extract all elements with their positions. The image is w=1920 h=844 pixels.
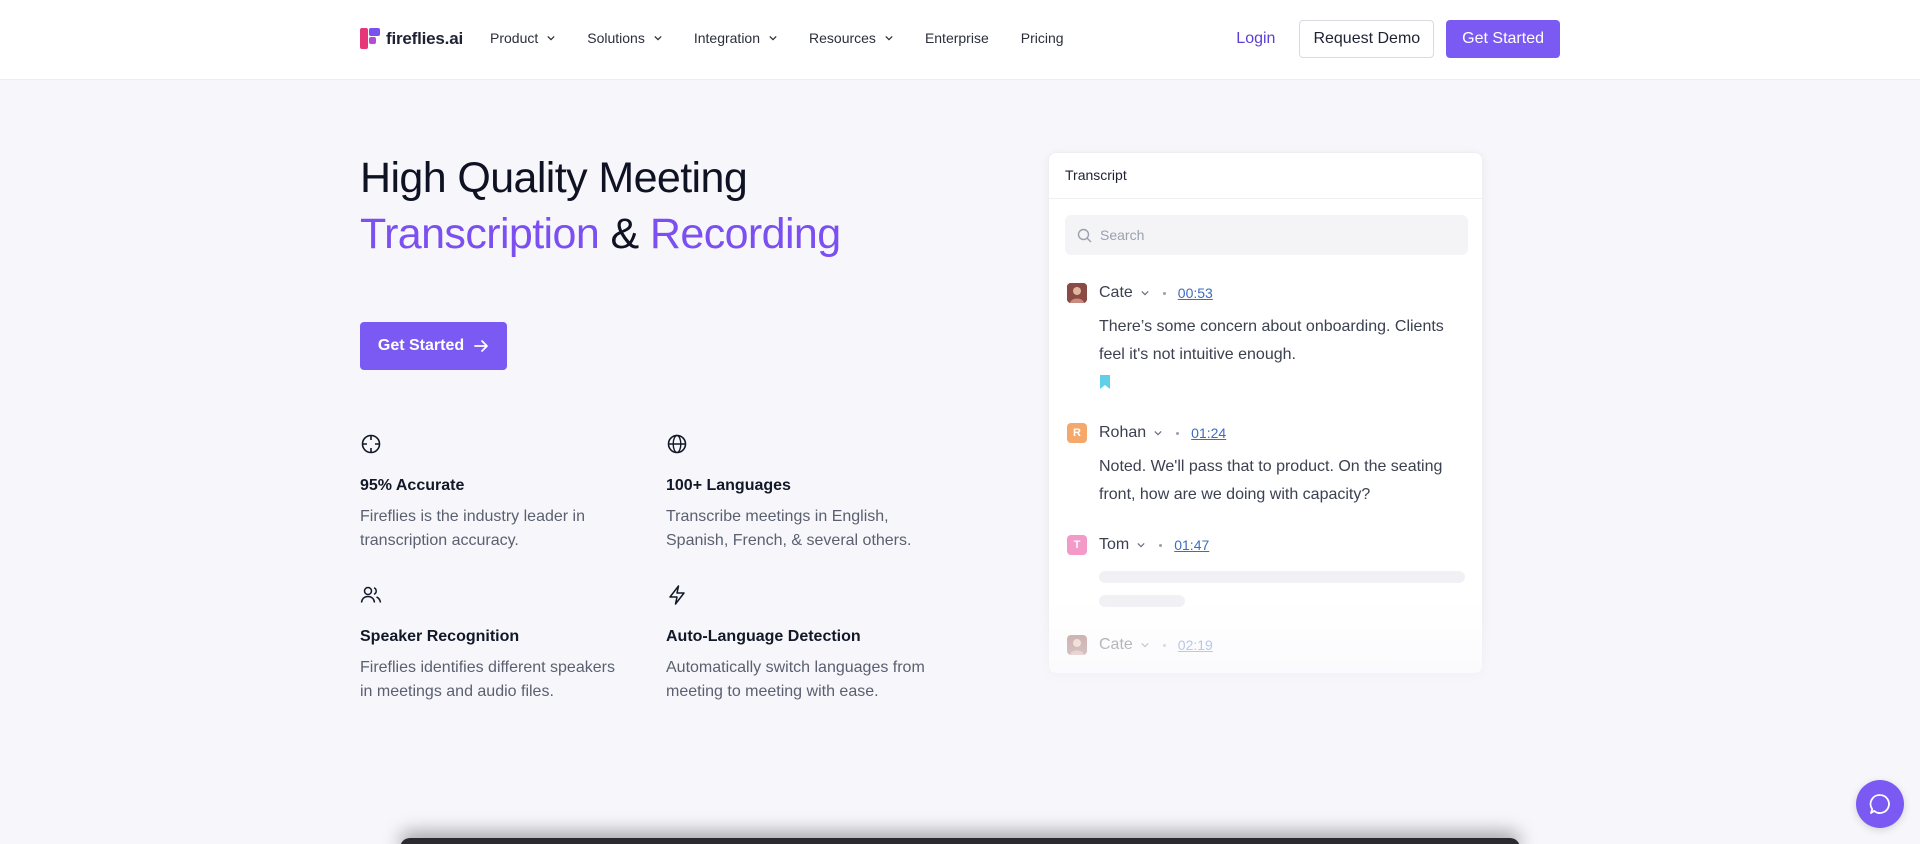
timestamp-link[interactable]: 01:47 <box>1174 537 1209 553</box>
chevron-down-icon <box>547 35 555 41</box>
separator-dot <box>1162 291 1166 295</box>
transcript-message: T Tom 01:47 <box>1067 533 1467 557</box>
chevron-down-icon <box>885 35 893 41</box>
feature-description: Fireflies identifies different speakers … <box>360 659 615 700</box>
separator-dot <box>1176 431 1180 435</box>
nav-item-enterprise[interactable]: Enterprise <box>925 30 989 46</box>
get-started-nav-button[interactable]: Get Started <box>1446 20 1560 58</box>
feature-title: Auto-Language Detection <box>666 628 861 645</box>
feature-languages: 100+ Languages Transcribe meetings in En… <box>666 433 936 553</box>
chevron-down-icon[interactable] <box>1154 429 1162 437</box>
avatar <box>1067 283 1087 303</box>
avatar: R <box>1067 423 1087 443</box>
globe-icon <box>667 434 687 454</box>
nav-links: Product Solutions Integration Resources … <box>490 30 1096 46</box>
chevron-down-icon <box>769 35 777 41</box>
feature-description: Fireflies is the industry leader in tran… <box>360 508 585 549</box>
nav-item-integration[interactable]: Integration <box>694 30 777 46</box>
separator-dot <box>1159 543 1163 547</box>
feature-description: Transcribe meetings in English, Spanish,… <box>666 508 912 549</box>
feature-auto-language: Auto-Language Detection Automatically sw… <box>666 584 936 704</box>
fireflies-logo-icon <box>360 28 380 50</box>
transcript-message: R Rohan 01:24 Noted. We'll pass that to … <box>1067 421 1467 509</box>
transcript-card: Transcript Cate 00:53 There’s some conce… <box>1048 152 1483 674</box>
speaker-name[interactable]: Tom <box>1099 536 1129 554</box>
feature-accuracy: 95% Accurate Fireflies is the industry l… <box>360 433 630 553</box>
chevron-down-icon <box>654 35 662 41</box>
crosshair-icon <box>361 434 381 454</box>
avatar <box>1067 635 1087 655</box>
feature-title: 100+ Languages <box>666 477 791 494</box>
hero-get-started-label: Get Started <box>377 337 465 354</box>
transcript-search[interactable] <box>1065 215 1468 255</box>
login-link[interactable]: Login <box>1236 30 1275 48</box>
chat-bubble-icon <box>1869 794 1890 814</box>
nav-item-product[interactable]: Product <box>490 30 555 46</box>
nav-item-resources[interactable]: Resources <box>809 30 893 46</box>
request-demo-button[interactable]: Request Demo <box>1299 20 1435 58</box>
nav-item-pricing[interactable]: Pricing <box>1021 30 1064 46</box>
chevron-down-icon[interactable] <box>1141 641 1149 649</box>
feature-title: Speaker Recognition <box>360 628 520 645</box>
lightning-icon <box>669 585 685 605</box>
chevron-down-icon[interactable] <box>1137 541 1145 549</box>
nav-item-solutions[interactable]: Solutions <box>587 30 662 46</box>
brand-name: fireflies.ai <box>386 29 463 48</box>
next-section-edge <box>400 838 1520 844</box>
avatar: T <box>1067 535 1087 555</box>
nav-actions: Login Request Demo Get Started <box>1236 20 1560 58</box>
chevron-down-icon[interactable] <box>1141 289 1149 297</box>
speaker-name[interactable]: Cate <box>1099 636 1133 654</box>
arrow-right-icon <box>474 340 488 352</box>
speaker-name[interactable]: Cate <box>1099 284 1133 302</box>
search-icon <box>1077 228 1092 242</box>
bookmark-icon[interactable] <box>1099 375 1111 389</box>
feature-description: Automatically switch languages from meet… <box>666 659 925 700</box>
transcript-message: Cate 00:53 There’s some concern about on… <box>1067 281 1467 394</box>
loading-skeleton <box>1099 595 1185 607</box>
hero-title: High Quality Meeting Transcription & Rec… <box>360 150 841 262</box>
hero-title-ampersand: & <box>599 210 650 258</box>
hero-title-accent-recording: Recording <box>649 210 841 258</box>
users-icon <box>360 586 382 603</box>
feature-title: 95% Accurate <box>360 477 465 494</box>
feature-speaker-recognition: Speaker Recognition Fireflies identifies… <box>360 584 630 704</box>
hero-title-accent-transcription: Transcription <box>360 210 600 258</box>
separator-dot <box>1162 643 1166 647</box>
speaker-name[interactable]: Rohan <box>1099 424 1146 442</box>
transcript-message: Cate 02:19 <box>1067 633 1467 657</box>
hero-get-started-button[interactable]: Get Started <box>360 322 507 370</box>
timestamp-link[interactable]: 00:53 <box>1178 285 1213 301</box>
hero-title-line1: High Quality Meeting <box>360 154 748 202</box>
message-text: There’s some concern about onboarding. C… <box>1099 318 1444 363</box>
brand-logo[interactable]: fireflies.ai <box>360 28 463 50</box>
timestamp-link[interactable]: 02:19 <box>1178 637 1213 653</box>
search-input[interactable] <box>1100 227 1450 243</box>
top-navigation: fireflies.ai Product Solutions Integrati… <box>0 0 1920 80</box>
chat-launcher-button[interactable] <box>1856 780 1904 828</box>
message-text: Noted. We'll pass that to product. On th… <box>1099 458 1443 503</box>
timestamp-link[interactable]: 01:24 <box>1191 425 1226 441</box>
transcript-title: Transcript <box>1049 153 1482 199</box>
loading-skeleton <box>1099 571 1465 583</box>
